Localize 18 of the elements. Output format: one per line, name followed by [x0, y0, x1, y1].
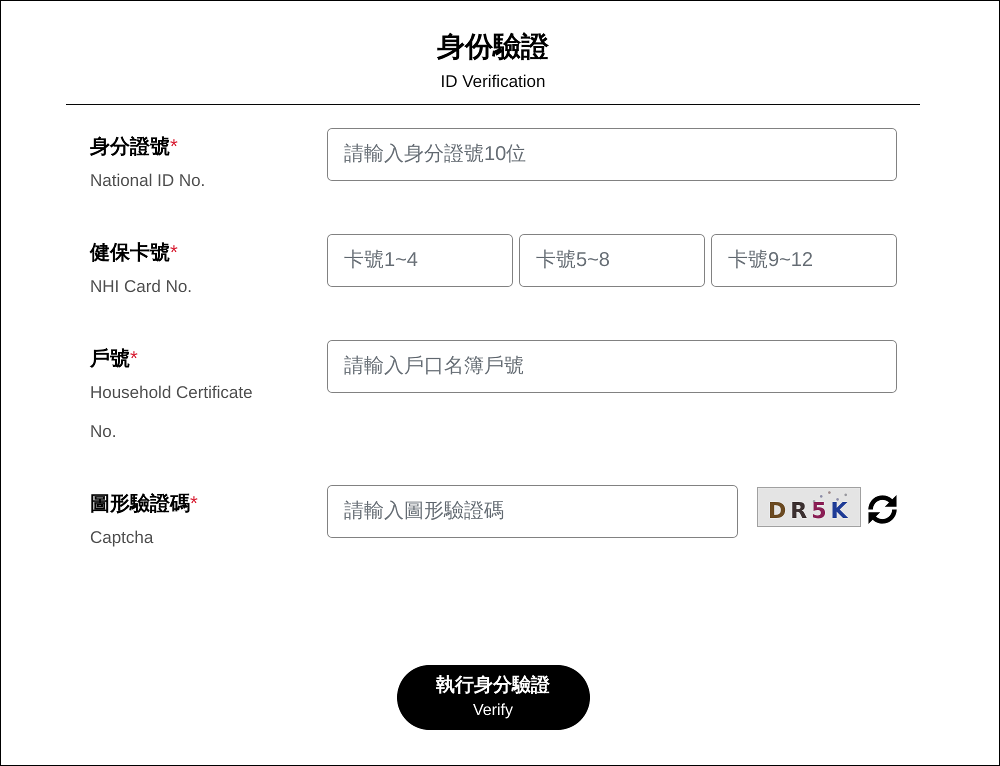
page-title: 身份驗證 — [437, 30, 549, 64]
refresh-icon[interactable] — [868, 495, 897, 524]
field-label: 圖形驗證碼* — [90, 492, 198, 517]
field-label: 身分證號* — [90, 135, 178, 160]
card-number-field[interactable]: 卡號5~8 — [519, 234, 705, 287]
field-label-english: NHI Card No. — [90, 276, 192, 298]
field-label-english: Household Certificate No. — [90, 382, 254, 443]
input-field[interactable]: 請輸入身分證號10位 — [327, 128, 897, 181]
card-number-field[interactable]: 卡號9~12 — [711, 234, 897, 287]
captcha-field[interactable]: 請輸入圖形驗證碼 — [327, 485, 738, 538]
field-label: 戶號* — [90, 346, 138, 372]
input-field[interactable]: 請輸入戶口名簿戶號 — [327, 340, 897, 393]
page-subtitle: ID Verification — [440, 71, 546, 93]
field-label: 健保卡號* — [90, 241, 178, 266]
verify-button[interactable]: 執行身分驗證 Verify — [396, 665, 590, 730]
field-label-english: National ID No. — [90, 170, 206, 192]
card-number-field[interactable]: 卡號1~4 — [327, 234, 513, 287]
field-label-english: Captcha — [90, 527, 154, 549]
